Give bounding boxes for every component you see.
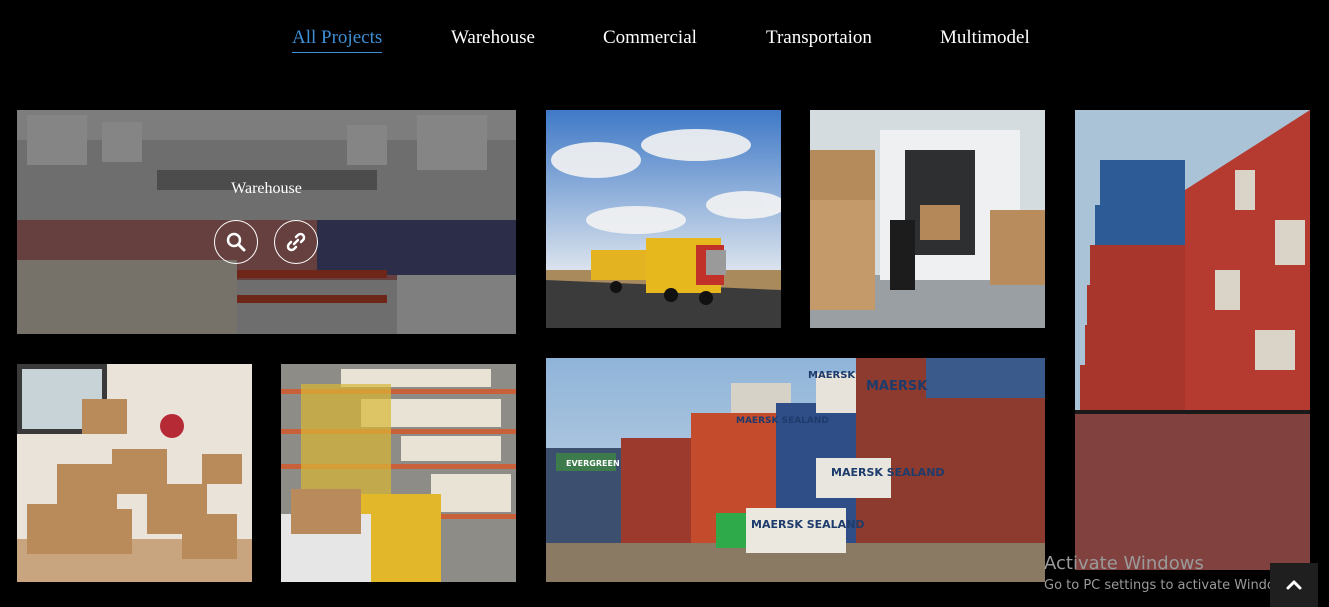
search-icon: [226, 232, 246, 252]
container-label: EVERGREEN: [566, 459, 620, 468]
tile-title: Warehouse: [231, 180, 302, 197]
project-filter-tabs: All Projects Warehouse Commercial Transp…: [0, 0, 1329, 80]
gallery-tile-container-yard[interactable]: MAERSK MAERSK MAERSK SEALAND MAERSK SEAL…: [546, 358, 1045, 582]
link-icon: [286, 232, 306, 252]
hover-overlay: Warehouse: [17, 110, 516, 334]
activate-windows-title: Activate Windows: [1044, 553, 1204, 574]
scroll-top-button[interactable]: [1270, 563, 1318, 607]
link-button[interactable]: [274, 220, 318, 264]
gallery-tile-warehouse[interactable]: Warehouse: [17, 110, 516, 334]
tab-warehouse[interactable]: Warehouse: [451, 26, 535, 50]
gallery-tile-moving-boxes[interactable]: [17, 364, 252, 582]
tab-commercial[interactable]: Commercial: [603, 26, 697, 50]
container-yard-image: MAERSK MAERSK MAERSK SEALAND MAERSK SEAL…: [546, 358, 1045, 582]
delivery-van-image: [810, 110, 1045, 328]
container-label: MAERSK: [808, 370, 856, 381]
tab-multimodel[interactable]: Multimodel: [940, 26, 1030, 50]
warehouse-shelves-image: [281, 364, 516, 582]
container-label: MAERSK SEALAND: [831, 466, 945, 479]
zoom-button[interactable]: [214, 220, 258, 264]
container-label: MAERSK SEALAND: [736, 416, 829, 426]
gallery-tile-delivery-van[interactable]: [810, 110, 1045, 328]
gallery-tile-warehouse-shelves[interactable]: [281, 364, 516, 582]
moving-boxes-image: [17, 364, 252, 582]
container-label: MAERSK: [866, 379, 928, 394]
container-label: MAERSK SEALAND: [751, 518, 865, 531]
activate-windows-subtitle: Go to PC settings to activate Windows.: [1044, 578, 1294, 593]
truck-image: [546, 110, 781, 328]
tab-all-projects[interactable]: All Projects: [292, 26, 383, 53]
gallery-tile-container-stack[interactable]: [1075, 110, 1310, 570]
chevron-up-icon: [1286, 580, 1302, 590]
gallery-tile-truck[interactable]: [546, 110, 781, 328]
container-stack-image: [1075, 110, 1310, 570]
tab-transportaion[interactable]: Transportaion: [766, 26, 872, 50]
